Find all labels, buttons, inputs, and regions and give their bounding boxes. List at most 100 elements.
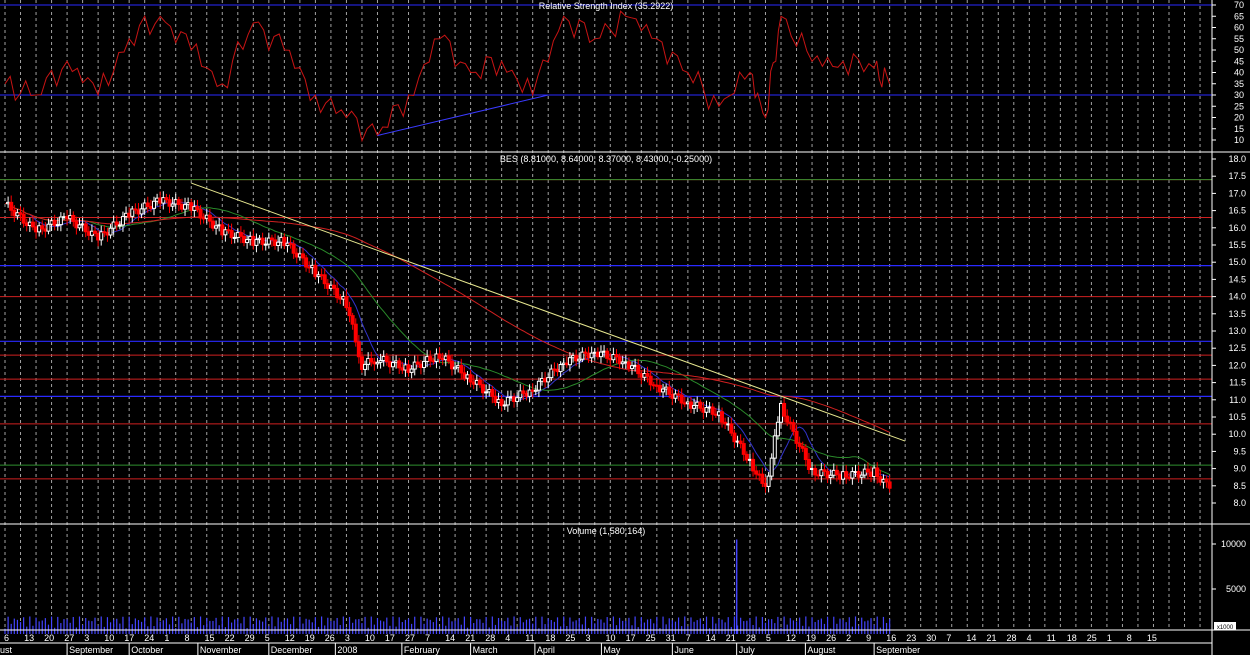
month-label: June — [674, 645, 694, 655]
candle-body — [602, 350, 607, 353]
candle-body — [24, 222, 29, 227]
rsi-tick-label: 15 — [1234, 124, 1244, 134]
candle-body — [415, 361, 420, 365]
candle-body — [183, 204, 188, 210]
candle-body — [853, 471, 858, 474]
candle-body — [766, 475, 771, 487]
candle-body — [751, 458, 756, 472]
month-label: August — [807, 645, 836, 655]
candle-body — [422, 360, 427, 368]
candle-body — [741, 443, 746, 455]
candle-body — [155, 197, 160, 202]
candle-body — [735, 440, 740, 443]
candle-body — [645, 373, 650, 377]
candle-body — [530, 389, 535, 392]
candle-body — [117, 224, 122, 227]
candle-body — [527, 389, 532, 397]
candle-body — [425, 356, 430, 362]
date-tick-label: 5 — [766, 633, 771, 643]
candle-body — [443, 355, 448, 361]
price-tick-label: 12.0 — [1228, 360, 1246, 370]
candle-body — [316, 274, 321, 278]
rsi-tick-label: 65 — [1234, 11, 1244, 21]
date-tick-label: 8 — [1127, 633, 1132, 643]
candle-body — [21, 213, 26, 224]
candle-body — [564, 362, 569, 366]
price-tick-label: 10.0 — [1228, 429, 1246, 439]
candle-body — [623, 361, 628, 364]
candle-body — [754, 470, 759, 475]
candle-body — [810, 467, 815, 470]
date-tick-label: 13 — [24, 633, 34, 643]
candle-body — [145, 202, 150, 208]
rsi-title: Relative Strength Index (35.2922) — [539, 1, 674, 11]
candle-body — [186, 202, 191, 206]
candle-body — [769, 457, 774, 477]
date-tick-label: 21 — [987, 633, 997, 643]
month-label: ust — [0, 645, 13, 655]
candle-body — [27, 221, 32, 227]
candle-body — [692, 404, 697, 409]
candle-body — [676, 393, 681, 396]
date-tick-label: 11 — [525, 633, 534, 643]
candle-body — [179, 204, 184, 210]
candle-body — [710, 406, 715, 415]
month-label: February — [404, 645, 441, 655]
candle-body — [630, 365, 635, 369]
date-tick-label: 16 — [886, 633, 896, 643]
candle-body — [465, 374, 470, 379]
candle-body — [747, 458, 752, 461]
candle-body — [400, 367, 405, 371]
candle-body — [71, 214, 76, 222]
candle-body — [611, 354, 616, 361]
date-tick-label: 2 — [846, 633, 851, 643]
candle-body — [869, 471, 874, 478]
candle-body — [338, 297, 343, 300]
candle-body — [875, 467, 880, 478]
date-tick-label: 17 — [124, 633, 134, 643]
candle-body — [775, 421, 780, 437]
candle-body — [813, 467, 818, 476]
candle-body — [872, 467, 877, 478]
candle-body — [412, 361, 417, 370]
candle-body — [55, 224, 60, 227]
candle-body — [397, 360, 402, 369]
candle-body — [673, 393, 678, 399]
candle-body — [297, 253, 302, 258]
candle-body — [83, 223, 88, 233]
date-tick-label: 22 — [225, 633, 235, 643]
date-tick-label: 5 — [265, 633, 270, 643]
candle-body — [319, 274, 324, 277]
candle-body — [552, 368, 557, 371]
date-tick-label: 7 — [686, 633, 691, 643]
candle-body — [779, 402, 783, 423]
month-label: March — [473, 645, 498, 655]
candle-body — [52, 220, 57, 226]
candle-body — [124, 212, 129, 218]
candle-body — [797, 442, 802, 447]
month-label: July — [739, 645, 756, 655]
candle-body — [664, 386, 669, 390]
candle-body — [772, 435, 777, 459]
candle-body — [294, 252, 299, 258]
month-label: May — [603, 645, 621, 655]
month-label: October — [131, 645, 163, 655]
candle-body — [93, 230, 98, 234]
candle-body — [269, 237, 274, 241]
rsi-tick-label: 50 — [1234, 45, 1244, 55]
candle-body — [449, 360, 454, 370]
price-tick-label: 11.5 — [1229, 378, 1246, 388]
candle-body — [384, 355, 389, 363]
candle-body — [105, 232, 110, 236]
candle-body — [567, 357, 572, 366]
candle-body — [617, 356, 622, 365]
candle-body — [58, 216, 63, 226]
date-tick-label: 26 — [826, 633, 836, 643]
candle-body — [698, 401, 703, 409]
candle-body — [729, 423, 734, 434]
candle-body — [204, 214, 209, 219]
month-label: April — [537, 645, 555, 655]
candle-body — [648, 375, 653, 386]
volume-tick-label: 5000 — [1226, 584, 1246, 594]
candle-body — [151, 200, 156, 209]
